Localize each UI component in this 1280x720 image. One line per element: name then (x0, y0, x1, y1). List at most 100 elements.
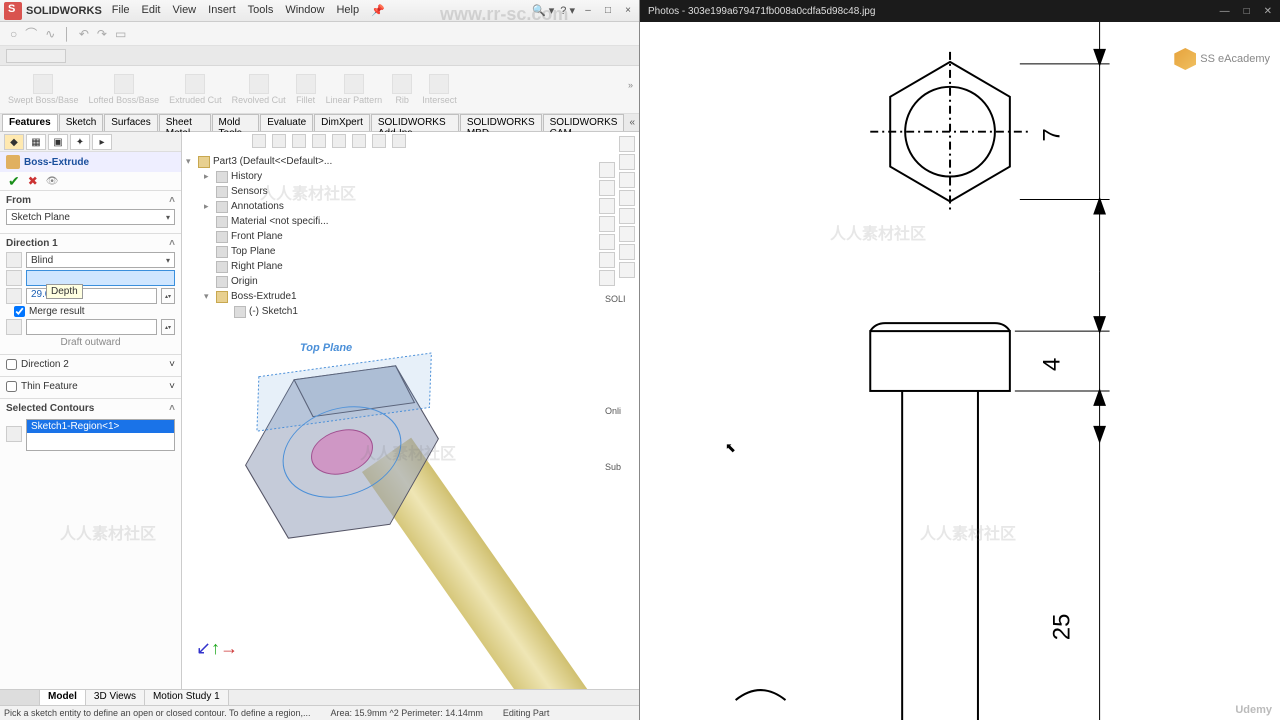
ribbon-icon[interactable] (249, 74, 269, 94)
ribbon-overflow-icon[interactable]: » (628, 80, 633, 90)
tab-3dviews[interactable]: 3D Views (86, 690, 145, 705)
menu-edit[interactable]: Edit (142, 4, 161, 17)
tabs-collapse-icon[interactable]: « (629, 117, 635, 128)
graphics-viewport[interactable]: ▾Part3 (Default<<Default>... ▸History Se… (182, 132, 639, 689)
qat-arc-icon[interactable]: ⌒ (25, 25, 37, 42)
tree-item[interactable]: (-) Sketch1 (249, 304, 298, 319)
contour-item[interactable]: Sketch1-Region<1> (27, 420, 174, 433)
pm-tab-display-icon[interactable]: ▣ (48, 134, 68, 150)
tree-expand-icon[interactable]: ▸ (204, 169, 213, 184)
design-library-icon[interactable] (619, 172, 635, 188)
ribbon-icon[interactable] (344, 74, 364, 94)
menu-tools[interactable]: Tools (248, 4, 274, 17)
menu-help[interactable]: Help (336, 4, 359, 17)
hud-icon[interactable] (599, 216, 615, 232)
scene-icon[interactable] (392, 134, 406, 148)
pm-tab-more-icon[interactable]: ▸ (92, 134, 112, 150)
depth-icon[interactable] (6, 288, 22, 304)
section-view-icon[interactable] (312, 134, 326, 148)
collapse-icon[interactable]: ˄ (169, 195, 175, 206)
appearances-icon[interactable] (619, 226, 635, 242)
tab-sheetmetal[interactable]: Sheet Metal (159, 114, 211, 131)
pm-tab-feature-icon[interactable]: ◆ (4, 134, 24, 150)
draft-spinner[interactable]: ▴▾ (161, 319, 175, 335)
ribbon-icon[interactable] (392, 74, 412, 94)
file-explorer-icon[interactable] (619, 190, 635, 206)
direction-vector-icon[interactable] (6, 270, 22, 286)
maximize-button[interactable]: □ (601, 4, 615, 18)
tab-surfaces[interactable]: Surfaces (104, 114, 157, 131)
hud-icon[interactable] (599, 180, 615, 196)
tab-mbd[interactable]: SOLIDWORKS MBD (460, 114, 542, 131)
ribbon-icon[interactable] (114, 74, 134, 94)
ribbon-icon[interactable] (33, 74, 53, 94)
draft-input[interactable] (26, 319, 157, 335)
prev-view-icon[interactable] (292, 134, 306, 148)
tab-moldtools[interactable]: Mold Tools (212, 114, 260, 131)
zoom-area-icon[interactable] (272, 134, 286, 148)
hud-icon[interactable] (599, 252, 615, 268)
ribbon-icon[interactable] (185, 74, 205, 94)
merge-result-checkbox[interactable] (14, 306, 25, 317)
qat-redo-icon[interactable]: ↷ (97, 27, 107, 41)
tab-model[interactable]: Model (40, 690, 86, 705)
maximize-button[interactable]: □ (1244, 6, 1250, 17)
tab-motion-study[interactable]: Motion Study 1 (145, 690, 229, 705)
tree-item[interactable]: Right Plane (231, 259, 283, 274)
menu-insert[interactable]: Insert (208, 4, 236, 17)
tree-expand-icon[interactable]: ▾ (204, 289, 213, 304)
pin-icon[interactable]: 📌 (371, 4, 385, 17)
preview-icon[interactable]: 👁 (46, 176, 59, 187)
hud-icon[interactable] (599, 162, 615, 178)
contours-listbox[interactable]: Sketch1-Region<1> (26, 419, 175, 451)
hud-icon[interactable] (599, 270, 615, 286)
tab-features[interactable]: Features (2, 114, 58, 131)
from-select[interactable]: Sketch Plane▾ (6, 209, 175, 225)
tree-item[interactable]: Boss-Extrude1 (231, 289, 297, 304)
pm-tab-appearance-icon[interactable]: ✦ (70, 134, 90, 150)
ok-button[interactable]: ✔ (8, 173, 20, 190)
collapse-icon[interactable]: ˄ (169, 403, 175, 414)
qat-undo-icon[interactable]: ↶ (79, 27, 89, 41)
qat-circle-icon[interactable]: ○ (10, 27, 17, 41)
direction2-checkbox[interactable] (6, 359, 17, 370)
tree-item[interactable]: Material <not specifi... (231, 214, 329, 229)
resources-icon[interactable] (619, 154, 635, 170)
tab-addins[interactable]: SOLIDWORKS Add-Ins (371, 114, 459, 131)
menu-window[interactable]: Window (285, 4, 324, 17)
end-condition-select[interactable]: Blind▾ (26, 252, 175, 268)
menu-file[interactable]: File (112, 4, 130, 17)
tree-expand-icon[interactable]: ▸ (204, 199, 213, 214)
tree-item[interactable]: Origin (231, 274, 258, 289)
photos-canvas[interactable]: SS eAcademy 7 (640, 22, 1280, 720)
collapse-icon[interactable]: ˄ (169, 238, 175, 249)
tab-dimxpert[interactable]: DimXpert (314, 114, 370, 131)
qat-spline-icon[interactable]: ∿ (45, 27, 55, 41)
hud-icon[interactable] (599, 234, 615, 250)
document-tab[interactable] (6, 49, 66, 63)
collapse-icon[interactable]: ˅ (169, 381, 175, 392)
zoom-fit-icon[interactable] (252, 134, 266, 148)
tab-sketch[interactable]: Sketch (59, 114, 104, 131)
cancel-button[interactable]: ✖ (28, 174, 38, 188)
minimize-button[interactable]: — (1220, 6, 1230, 17)
contour-icon[interactable] (6, 426, 22, 442)
tree-expand-icon[interactable]: ▾ (186, 154, 195, 169)
tree-item[interactable]: History (231, 169, 262, 184)
view-palette-icon[interactable] (619, 208, 635, 224)
orientation-triad[interactable]: ↙↑→ (196, 638, 238, 659)
thin-feature-checkbox[interactable] (6, 381, 17, 392)
ribbon-icon[interactable] (429, 74, 449, 94)
custom-props-icon[interactable] (619, 244, 635, 260)
pm-tab-config-icon[interactable]: ▦ (26, 134, 46, 150)
close-button[interactable]: × (621, 4, 635, 18)
tab-cam[interactable]: SOLIDWORKS CAM (543, 114, 625, 131)
depth-spinner[interactable]: ▴▾ (161, 288, 175, 304)
forum-icon[interactable] (619, 262, 635, 278)
ribbon-icon[interactable] (296, 74, 316, 94)
qat-select-icon[interactable]: ▭ (115, 27, 126, 41)
tree-item[interactable]: Top Plane (231, 244, 275, 259)
display-style-icon[interactable] (332, 134, 346, 148)
tree-item[interactable]: Front Plane (231, 229, 283, 244)
minimize-button[interactable]: – (581, 4, 595, 18)
